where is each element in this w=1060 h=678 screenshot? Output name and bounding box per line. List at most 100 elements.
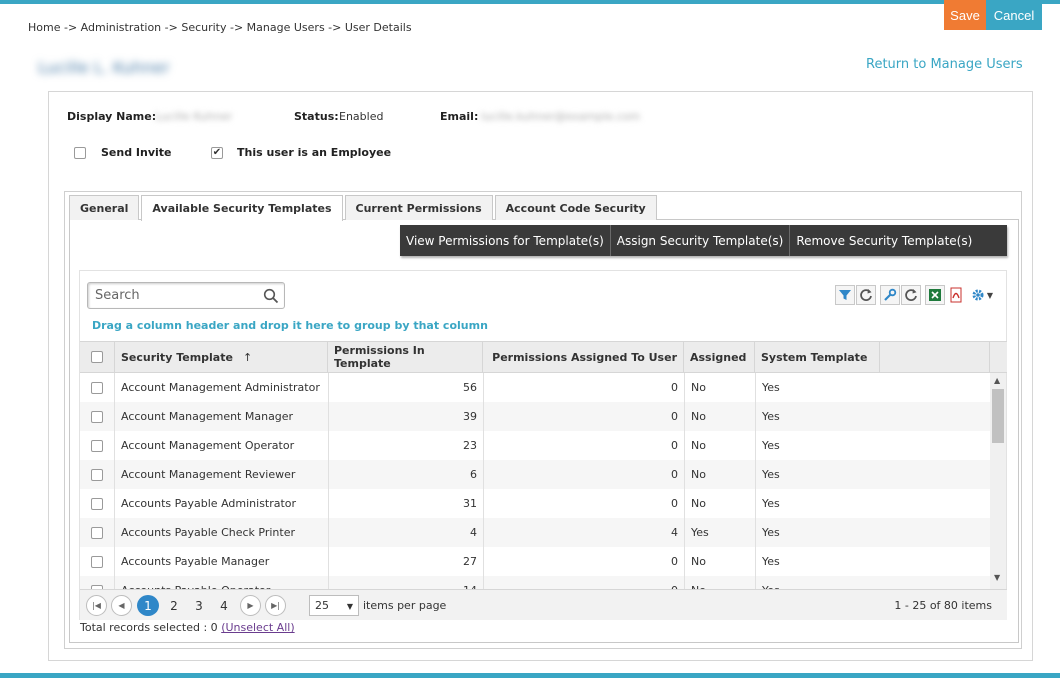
breadcrumb: Home -> Administration -> Security -> Ma… bbox=[28, 21, 412, 34]
row-checkbox[interactable] bbox=[91, 439, 103, 452]
cell-assigned-permissions: 0 bbox=[483, 431, 684, 460]
column-header-spacer bbox=[880, 342, 990, 372]
cell-assigned: No bbox=[684, 489, 755, 518]
tab-available-security-templates[interactable]: Available Security Templates bbox=[141, 195, 343, 221]
bottom-accent-bar bbox=[0, 673, 1060, 678]
scroll-thumb[interactable] bbox=[992, 389, 1004, 443]
grid-scrollbar[interactable]: ▲ ▼ bbox=[990, 373, 1006, 589]
column-header-permissions-assigned[interactable]: Permissions Assigned To User bbox=[483, 342, 684, 372]
row-checkbox[interactable] bbox=[91, 468, 103, 481]
table-row[interactable]: Accounts Payable Check Printer 4 4 Yes Y… bbox=[80, 518, 990, 547]
row-checkbox[interactable] bbox=[91, 497, 103, 510]
employee-checkbox[interactable]: ✔ bbox=[211, 147, 223, 159]
cell-permissions: 4 bbox=[328, 518, 483, 547]
page-4[interactable]: 4 bbox=[213, 595, 235, 616]
unselect-all-link[interactable]: (Unselect All) bbox=[221, 621, 294, 634]
column-header-system-template[interactable]: System Template bbox=[755, 342, 880, 372]
previous-page-icon[interactable]: ◀ bbox=[111, 595, 132, 616]
row-checkbox[interactable] bbox=[91, 555, 103, 568]
pager-info: 1 - 25 of 80 items bbox=[894, 599, 992, 612]
pdf-icon[interactable] bbox=[946, 285, 966, 305]
cell-assigned: Yes bbox=[684, 518, 755, 547]
cell-template: Accounts Payable Check Printer bbox=[121, 526, 296, 539]
cell-system-template: Yes bbox=[755, 489, 880, 518]
refresh-icon[interactable] bbox=[856, 285, 876, 305]
row-checkbox[interactable] bbox=[91, 410, 103, 423]
send-invite-checkbox[interactable] bbox=[74, 147, 86, 159]
grid-body: Account Management Administrator 56 0 No… bbox=[80, 373, 990, 589]
filter-icon[interactable] bbox=[835, 285, 855, 305]
page-1[interactable]: 1 bbox=[137, 595, 159, 616]
records-selected: Total records selected : 0 (Unselect All… bbox=[80, 621, 295, 634]
cell-template: Accounts Payable Manager bbox=[121, 555, 270, 568]
row-checkbox[interactable] bbox=[91, 381, 103, 394]
column-header-security-template[interactable]: Security Template ↑ bbox=[115, 342, 328, 372]
tab-general[interactable]: General bbox=[69, 195, 140, 220]
send-invite-label: Send Invite bbox=[101, 146, 172, 159]
table-row[interactable]: Account Management Manager 39 0 No Yes bbox=[80, 402, 990, 431]
cell-template: Account Management Administrator bbox=[121, 381, 320, 394]
status-label: Status: bbox=[294, 110, 339, 123]
chevron-down-icon: ▼ bbox=[346, 602, 353, 611]
records-selected-label: Total records selected : 0 bbox=[80, 621, 218, 634]
search-box bbox=[87, 282, 285, 309]
first-page-icon[interactable]: |◀ bbox=[86, 595, 107, 616]
view-permissions-button[interactable]: View Permissions for Template(s) bbox=[400, 225, 611, 256]
cell-permissions: 14 bbox=[328, 576, 483, 589]
table-row[interactable]: Accounts Payable Operator 14 0 No Yes bbox=[80, 576, 990, 589]
cell-permissions: 39 bbox=[328, 402, 483, 431]
tab-account-code-security[interactable]: Account Code Security bbox=[494, 195, 657, 220]
grid-toolbar: ▼ bbox=[835, 285, 998, 305]
page-2[interactable]: 2 bbox=[163, 595, 185, 616]
table-row[interactable]: Account Management Administrator 56 0 No… bbox=[80, 373, 990, 402]
cancel-button[interactable]: Cancel bbox=[986, 0, 1042, 30]
return-to-manage-users-link[interactable]: Return to Manage Users bbox=[866, 57, 1023, 72]
cell-permissions: 31 bbox=[328, 489, 483, 518]
items-per-page-label: items per page bbox=[363, 599, 447, 612]
cell-assigned-permissions: 0 bbox=[483, 460, 684, 489]
row-checkbox[interactable] bbox=[91, 526, 103, 539]
table-row[interactable]: Accounts Payable Manager 27 0 No Yes bbox=[80, 547, 990, 576]
select-all-cell bbox=[80, 342, 115, 372]
cell-assigned-permissions: 0 bbox=[483, 489, 684, 518]
scroll-up-arrow-icon[interactable]: ▲ bbox=[994, 376, 1000, 385]
table-row[interactable]: Accounts Payable Administrator 31 0 No Y… bbox=[80, 489, 990, 518]
cell-permissions: 56 bbox=[328, 373, 483, 402]
scroll-down-arrow-icon[interactable]: ▼ bbox=[994, 573, 1000, 582]
next-page-icon[interactable]: ▶ bbox=[240, 595, 261, 616]
cell-assigned: No bbox=[684, 576, 755, 589]
cell-assigned: No bbox=[684, 402, 755, 431]
table-row[interactable]: Account Management Reviewer 6 0 No Yes bbox=[80, 460, 990, 489]
last-page-icon[interactable]: ▶| bbox=[265, 595, 286, 616]
cell-template: Accounts Payable Operator bbox=[115, 576, 328, 589]
select-all-checkbox[interactable] bbox=[91, 351, 103, 363]
column-header-assigned[interactable]: Assigned bbox=[684, 342, 755, 372]
email-value: lucille.kuhner@example.com bbox=[481, 110, 641, 123]
cell-system-template: Yes bbox=[755, 373, 880, 402]
search-icon[interactable] bbox=[263, 288, 279, 304]
cell-permissions: 23 bbox=[328, 431, 483, 460]
column-header-permissions-in-template[interactable]: Permissions In Template bbox=[328, 342, 483, 372]
cell-assigned-permissions: 0 bbox=[483, 547, 684, 576]
cell-template: Accounts Payable Administrator bbox=[121, 497, 297, 510]
page-size-select[interactable]: 25 ▼ bbox=[309, 595, 359, 616]
gear-icon[interactable]: ▼ bbox=[967, 285, 997, 305]
excel-icon[interactable] bbox=[925, 285, 945, 305]
page-3[interactable]: 3 bbox=[188, 595, 210, 616]
cell-template: Account Management Operator bbox=[121, 439, 295, 452]
table-row[interactable]: Account Management Operator 23 0 No Yes bbox=[80, 431, 990, 460]
save-button[interactable]: Save bbox=[944, 0, 986, 30]
column-header-label: Security Template bbox=[121, 350, 233, 364]
cell-system-template: Yes bbox=[755, 547, 880, 576]
reset-icon[interactable] bbox=[901, 285, 921, 305]
cell-assigned-permissions: 0 bbox=[483, 402, 684, 431]
grid-header: Security Template ↑ Permissions In Templ… bbox=[80, 341, 1007, 373]
assign-template-button[interactable]: Assign Security Template(s) bbox=[611, 225, 791, 256]
cell-system-template: Yes bbox=[755, 402, 880, 431]
remove-template-button[interactable]: Remove Security Template(s) bbox=[790, 225, 978, 256]
cell-assigned-permissions: 0 bbox=[483, 576, 684, 589]
wrench-icon[interactable] bbox=[880, 285, 900, 305]
tab-current-permissions[interactable]: Current Permissions bbox=[344, 195, 493, 220]
cell-assigned: No bbox=[684, 547, 755, 576]
search-input[interactable] bbox=[88, 283, 258, 308]
